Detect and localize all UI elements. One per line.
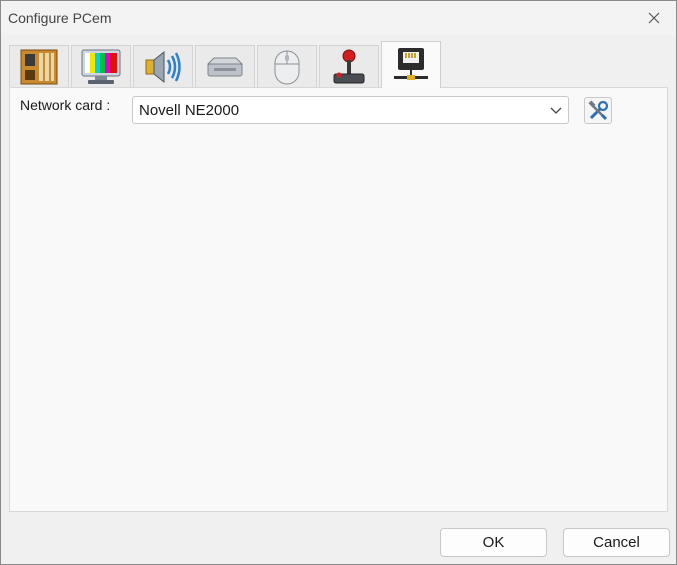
network-card-select[interactable]: Novell NE2000: [132, 96, 569, 124]
monitor-icon: [81, 49, 121, 84]
dialog-window: Configure PCem Network card: Novell NE2…: [0, 0, 677, 565]
ok-button[interactable]: OK: [440, 528, 547, 557]
tab-display[interactable]: [71, 45, 131, 87]
motherboard-icon: [20, 49, 58, 84]
network-icon: [394, 48, 428, 80]
tab-storage[interactable]: [195, 45, 255, 87]
tab-mouse[interactable]: [257, 45, 317, 87]
network-card-value: Novell NE2000: [139, 102, 240, 119]
tab-joystick[interactable]: [319, 45, 379, 87]
drive-icon: [206, 57, 244, 76]
chevron-down-icon: [550, 107, 562, 114]
tools-icon: [588, 99, 609, 120]
settings-tabs: [9, 41, 669, 88]
joystick-icon: [333, 49, 365, 83]
tab-network[interactable]: [381, 41, 441, 88]
tab-sound[interactable]: [133, 45, 193, 87]
cancel-button[interactable]: Cancel: [563, 528, 670, 557]
network-panel: Network card : Novell NE2000: [9, 87, 668, 512]
title-bar: Configure PCem: [1, 1, 676, 35]
close-icon: [648, 12, 660, 24]
close-button[interactable]: [632, 1, 676, 35]
window-title: Configure PCem: [8, 10, 112, 26]
network-card-label: Network card :: [20, 97, 111, 113]
network-configure-button[interactable]: [584, 97, 612, 124]
tab-motherboard[interactable]: [9, 45, 69, 87]
mouse-icon: [274, 50, 300, 84]
speaker-icon: [145, 50, 181, 83]
